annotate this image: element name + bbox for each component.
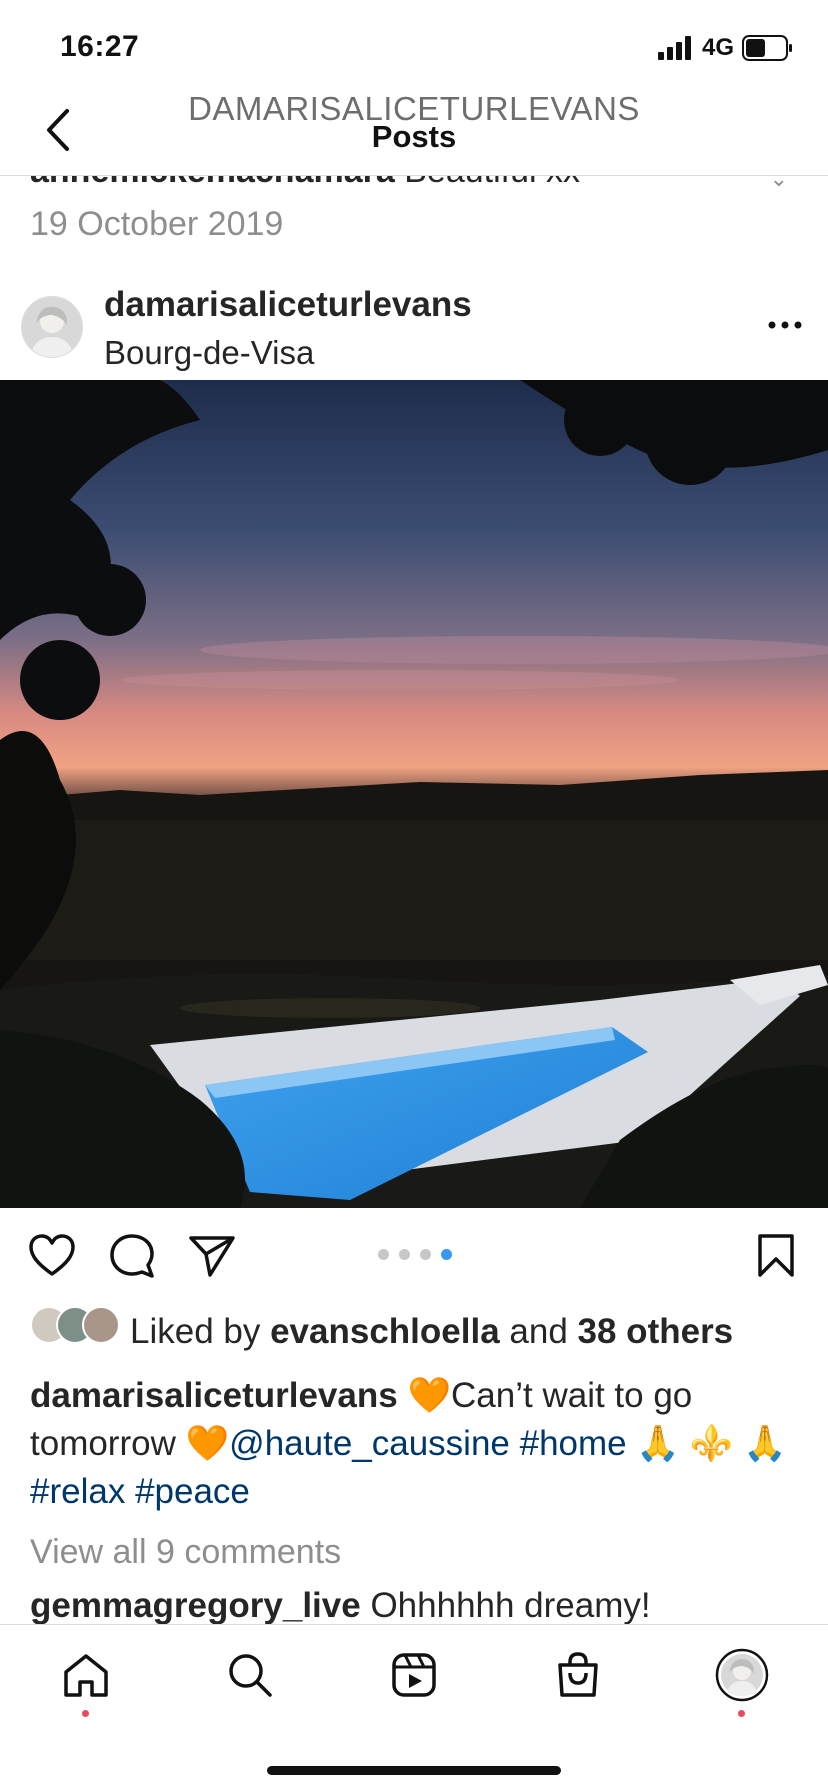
home-icon [64, 1654, 108, 1697]
carousel-dot [399, 1249, 410, 1260]
likes-middle: and [499, 1312, 578, 1351]
battery-fill [746, 39, 765, 57]
comment-text: Ohhhhhh dreamy! [360, 1586, 651, 1624]
more-horizontal-icon [768, 321, 802, 329]
caption-username[interactable]: damarisaliceturlevans [30, 1376, 398, 1415]
send-icon [189, 1236, 235, 1277]
carousel-dot [420, 1249, 431, 1260]
likes-summary[interactable]: Liked by evanschloella and 38 others [130, 1312, 733, 1352]
carousel-indicator [378, 1249, 452, 1260]
comment-preview: gemmagregory_live Ohhhhhh dreamy! [30, 1586, 810, 1624]
share-button[interactable] [184, 1228, 240, 1284]
post-location[interactable]: Bourg-de-Visa [104, 334, 314, 372]
carousel-dot [378, 1249, 389, 1260]
post-date: 19 October 2019 [30, 205, 284, 243]
tab-shop[interactable] [546, 1643, 610, 1707]
liker-avatar [82, 1306, 120, 1344]
signal-icon [657, 36, 691, 60]
previous-comment-username[interactable]: annemickemachamara [30, 176, 395, 190]
status-indicators: 4G [657, 34, 794, 62]
post-photo[interactable] [0, 380, 828, 1208]
previous-comment: annemickemachamara Beautiful xx [30, 176, 810, 192]
comment-button[interactable] [104, 1228, 160, 1284]
first-liker[interactable]: evanschloella [270, 1312, 500, 1351]
comment-icon [110, 1234, 154, 1278]
profile-notification-dot [738, 1710, 745, 1717]
sunset-pool-image [0, 380, 828, 1208]
post-caption: damarisaliceturlevans 🧡Can’t wait to go … [30, 1372, 800, 1516]
tab-bar-divider [0, 1624, 828, 1625]
tab-home[interactable] [54, 1643, 118, 1707]
post-username[interactable]: damarisaliceturlevans [104, 285, 472, 325]
tab-search[interactable] [218, 1643, 282, 1707]
more-options-button[interactable] [760, 300, 810, 350]
header-title: Posts [371, 119, 457, 154]
hashtag-home[interactable]: #home [520, 1424, 627, 1463]
caption-mention[interactable]: @haute_caussine [229, 1424, 510, 1463]
caption-space [125, 1472, 135, 1511]
tab-profile[interactable] [710, 1643, 774, 1707]
home-indicator [267, 1766, 561, 1775]
view-all-comments[interactable]: View all 9 comments [30, 1533, 341, 1572]
battery-icon [742, 35, 792, 61]
save-button[interactable] [748, 1228, 804, 1284]
tab-reels[interactable] [382, 1643, 446, 1707]
shop-icon [558, 1652, 598, 1697]
search-icon [229, 1654, 272, 1697]
home-notification-dot [82, 1710, 89, 1717]
network-label: 4G [701, 34, 734, 61]
hashtag-peace[interactable]: #peace [135, 1472, 250, 1511]
caption-space [510, 1424, 520, 1463]
likes-prefix: Liked by [130, 1312, 271, 1351]
profile-avatar [715, 1648, 769, 1702]
comment-username[interactable]: gemmagregory_live [30, 1586, 361, 1624]
liker-avatars[interactable] [30, 1306, 120, 1344]
reels-icon [392, 1653, 436, 1697]
caption-emojis: 🙏 ⚜️ 🙏 [626, 1424, 787, 1463]
likes-others[interactable]: 38 others [578, 1312, 734, 1351]
previous-comment-text: Beautiful xx [404, 176, 580, 190]
hashtag-relax[interactable]: #relax [30, 1472, 125, 1511]
chevron-down-icon: ⌄ [769, 166, 788, 191]
carousel-dot-active [441, 1249, 452, 1260]
heart-icon [29, 1234, 75, 1276]
status-time: 16:27 [60, 30, 140, 63]
like-button[interactable] [24, 1228, 80, 1284]
post-avatar[interactable] [21, 296, 83, 358]
bookmark-icon [758, 1234, 794, 1277]
avatar-image [22, 297, 82, 357]
